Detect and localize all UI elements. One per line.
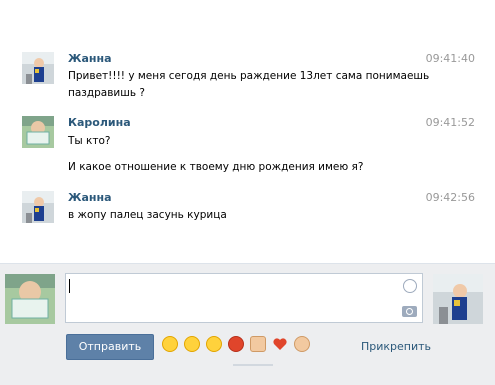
message-input[interactable] xyxy=(65,273,423,323)
message-time: 09:41:52 xyxy=(425,116,475,129)
attach-link[interactable]: Прикрепить xyxy=(361,340,431,353)
happy-emoji-icon[interactable] xyxy=(184,336,200,352)
message-text-line: Ты кто? xyxy=(68,135,111,147)
message-item: Жанна 09:41:40 Привет!!!! у меня сегодя … xyxy=(0,52,495,102)
laugh-emoji-icon[interactable] xyxy=(206,336,222,352)
message-author[interactable]: Жанна xyxy=(68,191,112,204)
message-item: Каролина 09:41:52 Ты кто? И какое отноше… xyxy=(0,116,495,178)
send-button[interactable]: Отправить xyxy=(66,334,154,360)
camera-icon[interactable] xyxy=(402,306,417,317)
thumbs-up-emoji-icon[interactable] xyxy=(250,336,266,352)
message-author[interactable]: Жанна xyxy=(68,52,112,65)
message-history: Жанна 09:41:40 Привет!!!! у меня сегодя … xyxy=(0,0,495,262)
message-time: 09:41:40 xyxy=(425,52,475,65)
message-text-line: в жопу палец засунь курица xyxy=(68,209,227,221)
angry-emoji-icon[interactable] xyxy=(228,336,244,352)
message-text-line: Привет!!!! у меня сегодя день раждение 1… xyxy=(68,70,430,82)
divider xyxy=(233,364,273,366)
interlocutor-avatar[interactable] xyxy=(433,274,483,324)
ok-hand-emoji-icon[interactable] xyxy=(294,336,310,352)
heart-emoji-icon[interactable] xyxy=(272,336,288,352)
message-composer: Отправить Прикрепить xyxy=(0,263,495,385)
text-cursor xyxy=(69,279,70,293)
message-text-line: И какое отношение к твоему дню рождения … xyxy=(68,161,364,173)
smile-emoji-icon[interactable] xyxy=(162,336,178,352)
message-item: Жанна 09:42:56 в жопу палец засунь куриц… xyxy=(0,191,495,225)
avatar[interactable] xyxy=(22,52,54,84)
avatar[interactable] xyxy=(22,191,54,223)
own-avatar[interactable] xyxy=(5,274,55,324)
smile-icon[interactable] xyxy=(403,279,417,293)
message-author[interactable]: Каролина xyxy=(68,116,131,129)
avatar[interactable] xyxy=(22,116,54,148)
message-text-line: паздравишь ? xyxy=(68,87,145,99)
message-time: 09:42:56 xyxy=(425,191,475,204)
